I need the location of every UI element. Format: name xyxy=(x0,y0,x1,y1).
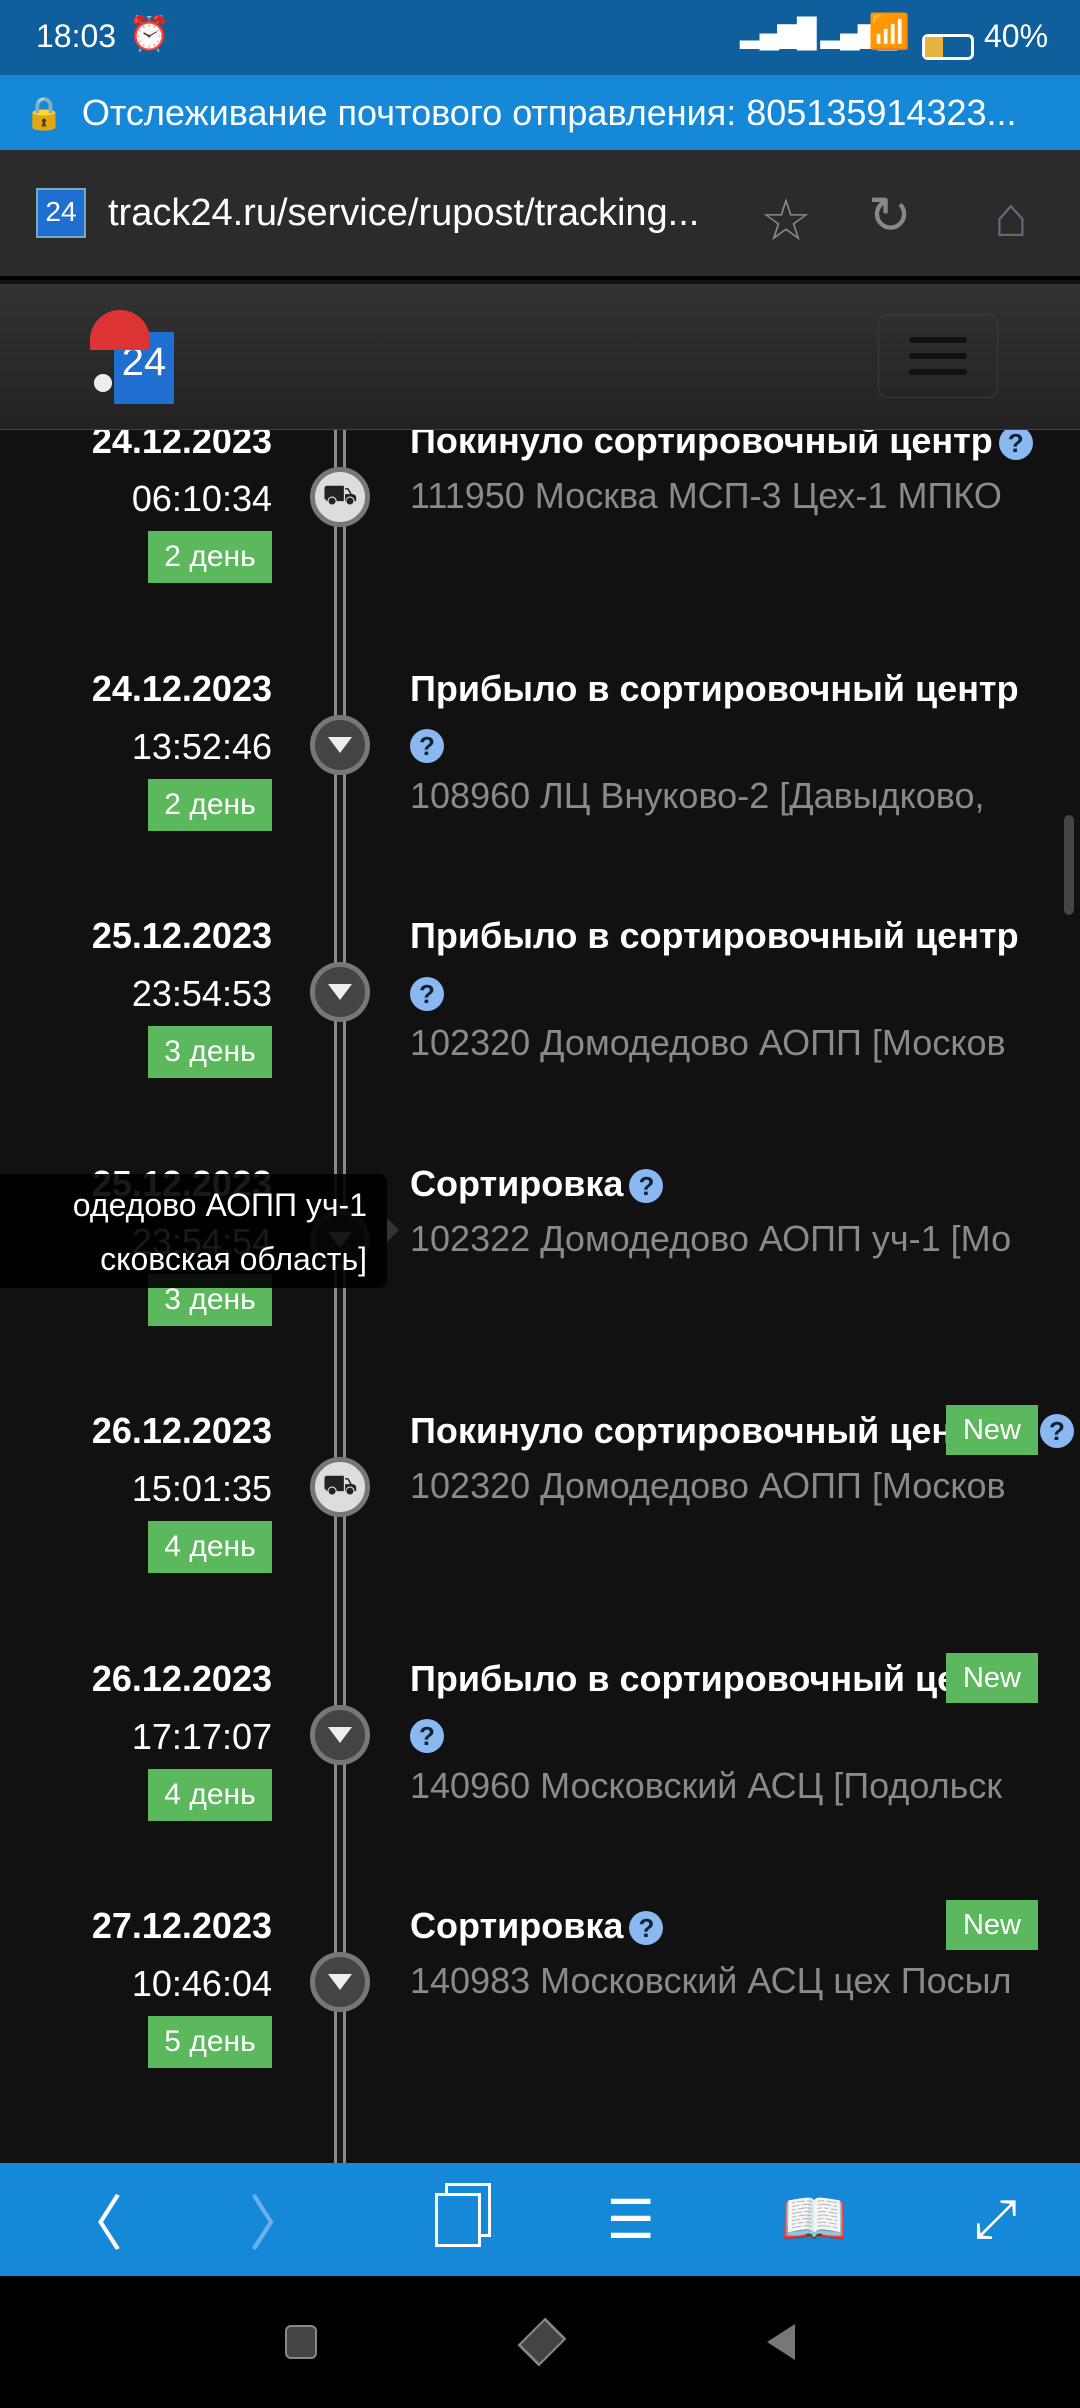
day-badge: 2 день xyxy=(148,778,272,831)
forward-icon[interactable]: 〉 xyxy=(249,2176,309,2263)
event-status: Прибыло в сортировочный центр xyxy=(410,1651,1019,1707)
new-badge: New xyxy=(946,1900,1038,1950)
help-icon[interactable]: ? xyxy=(629,1168,664,1203)
event-location: 140960 Московский АСЦ [Подольск xyxy=(410,1764,1003,1806)
new-badge: New xyxy=(946,1652,1038,1703)
event-time: 10:46:04 xyxy=(131,1963,272,2004)
event-status-text: Покинуло сортировочный центр xyxy=(410,1410,993,1451)
event-date: 24.12.2023 xyxy=(91,430,272,461)
event-time: 13:52:46 xyxy=(131,725,272,767)
page-title-bar: 🔒 Отслеживание почтового отправления: 80… xyxy=(0,75,1080,150)
day-badge: 4 день xyxy=(148,1768,272,1821)
timeline-event: 24.12.2023 13:52:46 2 день Прибыло в сор… xyxy=(0,661,1080,901)
event-location: 102322 Домодедово АОПП уч-1 [Мо xyxy=(410,1217,1012,1259)
truck-icon: ⛟ xyxy=(310,1457,370,1517)
event-time: 15:01:35 xyxy=(131,1468,272,1509)
tooltip-line: одедово АОПП уч-1 xyxy=(72,1187,367,1223)
help-icon[interactable]: ? xyxy=(629,1911,664,1946)
recents-button[interactable] xyxy=(285,2325,317,2359)
event-status: Покинуло сортировочный центр? xyxy=(410,430,1033,469)
home-icon[interactable]: ⌂ xyxy=(994,184,1028,249)
help-icon[interactable]: ? xyxy=(410,976,444,1011)
day-badge: 5 день xyxy=(148,2016,272,2068)
timeline-event: 27.12.2023 10:46:04 5 день Сортировка? Ne… xyxy=(0,1898,1080,2138)
event-status-text: Прибыло в сортировочный центр xyxy=(410,915,1019,956)
help-icon[interactable]: ? xyxy=(1040,1414,1074,1448)
reader-book-icon[interactable]: 📖 xyxy=(781,2188,848,2251)
event-status: Сортировка? xyxy=(410,1156,664,1212)
new-badge: New xyxy=(946,1405,1038,1455)
event-status: Прибыло в сортировочный центр xyxy=(410,908,1019,964)
home-button[interactable] xyxy=(517,2317,567,2367)
event-location: 108960 ЛЦ Внуково-2 [Давыдково, xyxy=(410,774,985,816)
site-logo[interactable]: 24 xyxy=(90,310,174,406)
page-title: Отслеживание почтового отправления: 8051… xyxy=(81,91,1017,133)
tabs-icon[interactable] xyxy=(434,2192,481,2247)
status-bar: 18:03 ⏰ ▂▄▆█ ▂▄▆█ 📶 40% xyxy=(0,0,1080,75)
event-status-text: Прибыло в сортировочный центр xyxy=(410,1657,1019,1699)
event-location: 102320 Домодедово АОПП [Москов xyxy=(410,1022,1006,1063)
battery-percent: 40% xyxy=(984,18,1049,54)
tracking-timeline: 24.12.2023 06:10:34 2 день ⛟ Покинуло со… xyxy=(0,430,1080,2163)
browser-toolbar: 〈 〉 ☰ 📖 ⤢ xyxy=(0,2163,1080,2276)
event-status-text: Сортировка xyxy=(410,1162,624,1204)
fullscreen-icon[interactable]: ⤢ xyxy=(974,2188,1017,2251)
day-badge: 4 день xyxy=(148,1521,272,1573)
event-status: Прибыло в сортировочный центр xyxy=(410,661,1019,717)
timeline-event: 24.12.2023 06:10:34 2 день ⛟ Покинуло со… xyxy=(0,430,1080,653)
alarm-icon: ⏰ xyxy=(128,15,171,53)
url-text[interactable]: track24.ru/service/rupost/tracking... xyxy=(108,192,699,235)
battery-icon xyxy=(922,34,974,60)
site-header: 24 xyxy=(0,284,1080,430)
santa-hat-icon xyxy=(90,310,150,350)
back-button[interactable] xyxy=(767,2324,795,2360)
bookmark-star-icon[interactable]: ☆ xyxy=(760,186,812,254)
clock: 18:03 xyxy=(36,18,117,54)
day-badge: 3 день xyxy=(148,1026,272,1078)
help-icon[interactable]: ? xyxy=(998,430,1033,461)
event-status-text: Сортировка xyxy=(410,1905,624,1946)
arrow-down-icon xyxy=(310,714,370,775)
help-icon[interactable]: ? xyxy=(410,729,444,764)
system-navigation xyxy=(0,2276,1080,2408)
day-badge: 2 день xyxy=(148,531,272,583)
url-bar[interactable]: 24 track24.ru/service/rupost/tracking...… xyxy=(0,150,1080,280)
event-status: Сортировка? xyxy=(410,1898,664,1954)
event-location: 140983 Московский АСЦ цех Посыл xyxy=(410,1960,1012,2001)
event-location: 111950 Москва МСП-3 Цех-1 МПКО xyxy=(410,475,1002,516)
event-status-text: Покинуло сортировочный центр xyxy=(410,430,993,461)
event-time: 17:17:07 xyxy=(131,1715,272,1757)
event-status-text: Прибыло в сортировочный центр xyxy=(410,667,1019,709)
event-location: 102320 Домодедово АОПП [Москов xyxy=(410,1465,1006,1506)
arrow-down-icon xyxy=(310,962,370,1022)
event-date: 24.12.2023 xyxy=(91,667,272,709)
timeline-event: 26.12.2023 17:17:07 4 день Прибыло в сор… xyxy=(0,1651,1080,1891)
wifi-icon: 📶 xyxy=(868,13,911,51)
reload-icon[interactable]: ↻ xyxy=(868,186,912,246)
timeline-event: 26.12.2023 15:01:35 4 день ⛟ Покинуло со… xyxy=(0,1403,1080,1643)
arrow-down-icon xyxy=(310,1704,370,1765)
favicon: 24 xyxy=(36,188,86,238)
event-date: 26.12.2023 xyxy=(91,1657,272,1699)
event-date: 26.12.2023 xyxy=(91,1410,272,1451)
lock-icon: 🔒 xyxy=(24,94,64,131)
event-date: 25.12.2023 xyxy=(91,915,272,956)
truck-icon: ⛟ xyxy=(310,467,370,527)
event-time: 06:10:34 xyxy=(131,478,272,519)
menu-icon[interactable]: ☰ xyxy=(606,2188,654,2251)
event-time: 23:54:53 xyxy=(131,973,272,1014)
help-icon[interactable]: ? xyxy=(410,1719,444,1754)
tooltip-line: сковская область] xyxy=(100,1241,367,1277)
scrollbar[interactable] xyxy=(1064,815,1074,915)
arrow-down-icon xyxy=(310,1952,370,2012)
event-date: 27.12.2023 xyxy=(91,1905,272,1946)
event-status: Покинуло сортировочный центр xyxy=(410,1403,993,1459)
tooltip: одедово АОПП уч-1 сковская область] xyxy=(0,1174,387,1288)
timeline-event: 25.12.2023 23:54:53 3 день Прибыло в сор… xyxy=(0,908,1080,1148)
back-icon[interactable]: 〈 xyxy=(63,2176,123,2263)
menu-button[interactable] xyxy=(878,314,998,398)
